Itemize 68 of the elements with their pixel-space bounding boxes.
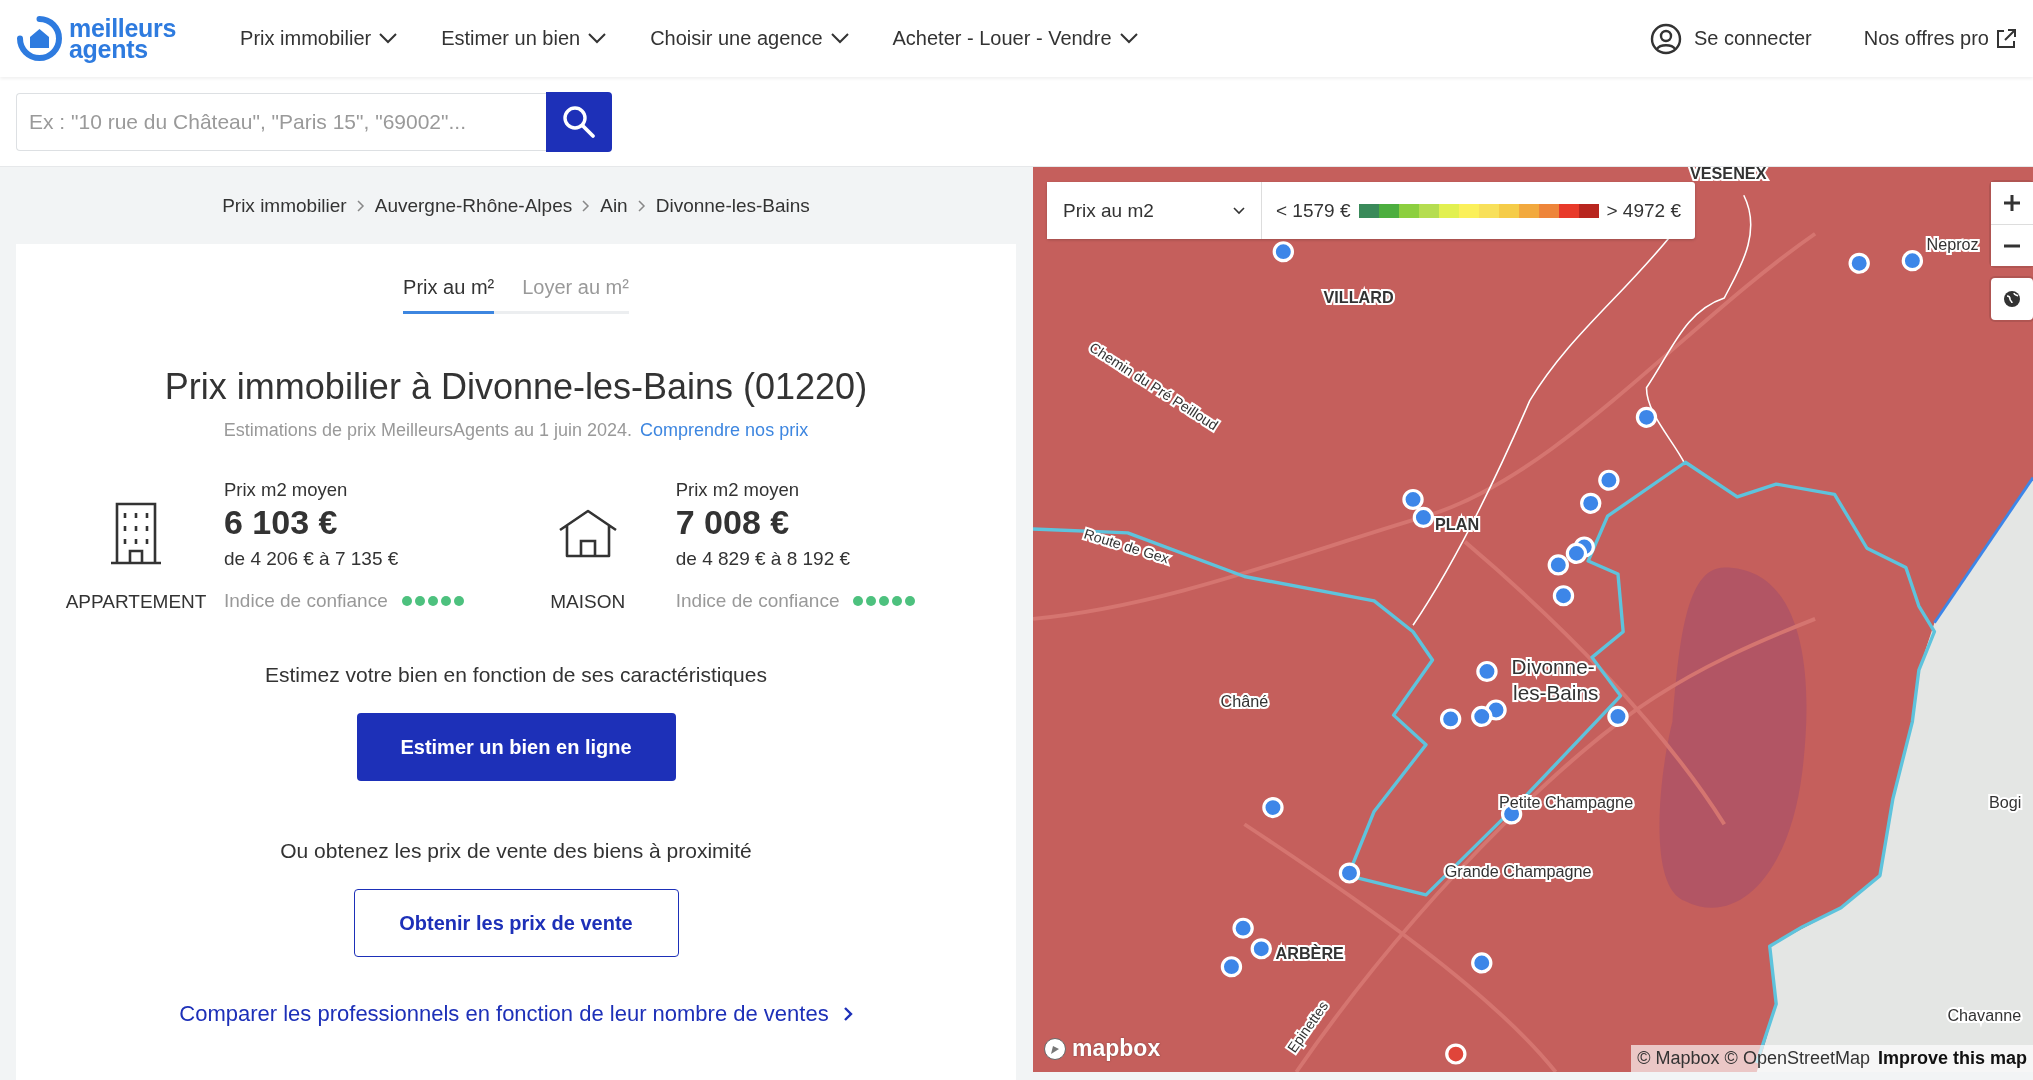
chevron-right-icon <box>582 199 591 212</box>
map-metric-dropdown[interactable]: Prix au m2 <box>1047 182 1262 239</box>
login-button[interactable]: Se connecter <box>1643 21 1818 56</box>
chevron-down-icon <box>588 33 607 44</box>
breadcrumb-link[interactable]: Divonne-les-Bains <box>655 194 810 217</box>
price-range: de 4 206 € à 7 135 € <box>224 548 400 570</box>
meilleurs-agents-logo[interactable]: meilleurs agents <box>16 15 177 62</box>
mapbox-logo[interactable]: mapbox <box>1043 1035 1161 1062</box>
nav-menu[interactable]: Acheter - Louer - Vendre <box>892 21 1138 56</box>
confidence-label: Indice de confiance <box>675 590 840 612</box>
chevron-right-icon <box>356 199 365 212</box>
map-place-label: Route de Gex <box>1082 525 1171 567</box>
price-range: de 4 829 € à 8 192 € <box>675 548 852 570</box>
house-ring-icon <box>16 15 63 62</box>
user-icon <box>1649 22 1682 55</box>
legend-min-label: < 1579 € <box>1276 199 1351 222</box>
chevron-down-icon <box>1119 33 1138 44</box>
external-link-icon <box>1995 27 2017 50</box>
breadcrumb-link[interactable]: Auvergne-Rhône-Alpes <box>374 194 573 217</box>
average-price: 7 008 € <box>675 503 791 542</box>
estimate-prompt: Estimez votre bien en fonction de ses caractéristiques <box>265 663 767 687</box>
understand-prices-link[interactable]: Comprendre nos prix <box>640 420 809 440</box>
color-scale-icon <box>1358 203 1599 218</box>
tab[interactable]: Prix au m² <box>403 270 495 314</box>
map-place-label: Divonne- <box>1511 655 1595 679</box>
estimate-note: Estimations de prix MeilleursAgents au 1 juin 2024. Comprendre nos prix <box>223 420 809 441</box>
price-label: Prix m2 moyen <box>675 479 801 501</box>
map-place-label: VILLARD <box>1323 288 1394 307</box>
map-place-label: Neproz <box>1926 235 1979 254</box>
compare-link[interactable]: Comparer les professionnels en fonction de leur nombre de ventes <box>179 1001 853 1027</box>
nav-menu[interactable]: Choisir une agence <box>650 21 849 56</box>
breadcrumb-link[interactable]: Prix immobilier <box>222 194 347 217</box>
sales-prompt: Ou obtenez les prix de vente des biens à proximité <box>280 839 752 863</box>
chevron-down-icon <box>1233 206 1245 215</box>
map-place-label: les-Bains <box>1513 680 1599 704</box>
map-place-label: Bogi <box>1988 792 2022 811</box>
property-type-label: MAISON <box>550 591 626 613</box>
chevron-down-icon <box>379 33 398 44</box>
minus-icon <box>2003 243 2021 248</box>
chevron-right-icon <box>637 199 646 212</box>
nav-menu[interactable]: Estimer un bien <box>441 21 607 56</box>
chevron-down-icon <box>830 33 849 44</box>
search-button[interactable] <box>546 91 612 152</box>
nav-menu[interactable]: Prix immobilier <box>240 21 398 56</box>
globe-button[interactable] <box>1991 278 2033 320</box>
sale-prices-button[interactable]: Obtenir les prix de vente <box>353 889 679 957</box>
search-icon <box>562 104 596 139</box>
chevron-right-icon <box>842 1006 853 1022</box>
breadcrumb-link[interactable]: Ain <box>600 194 628 217</box>
map-place-label: Chavanne <box>1947 1005 2022 1024</box>
map-place-label: Châné <box>1220 692 1269 711</box>
property-type-label: APPARTEMENT <box>65 591 207 613</box>
globe-icon <box>2003 290 2021 308</box>
pro-offers-link[interactable]: Nos offres pro <box>1863 27 2017 50</box>
plus-icon <box>2003 194 2021 212</box>
price-label: Prix m2 moyen <box>224 479 349 501</box>
mapbox-icon <box>1043 1036 1067 1061</box>
page-title: Prix immobilier à Divonne-les-Bains (01220) <box>164 366 868 408</box>
improve-map-link[interactable]: Improve this map <box>1877 1048 2027 1069</box>
search-field[interactable]: Ex : "10 rue du Château", "Paris 15", "69002"... <box>16 92 546 151</box>
map-place-label: VESENEX <box>1689 167 1767 182</box>
map-place-label: ARBÈRE <box>1275 944 1344 962</box>
estimate-button[interactable]: Estimer un bien en ligne <box>356 713 676 781</box>
average-price: 6 103 € <box>224 503 339 542</box>
building-icon <box>108 501 164 565</box>
legend-max-label: > 4972 € <box>1606 199 1681 222</box>
map-attribution: © Mapbox © OpenStreetMap <box>1637 1048 1870 1069</box>
confidence-label: Indice de confiance <box>224 590 388 612</box>
